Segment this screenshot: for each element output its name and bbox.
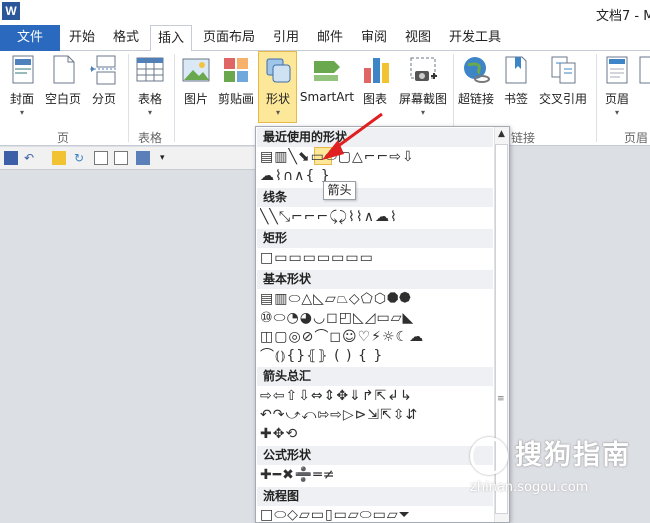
page-break-icon bbox=[88, 54, 120, 86]
clip-art-button[interactable]: 剪贴画 bbox=[216, 54, 256, 107]
dropdown-arrow-icon: ▾ bbox=[275, 108, 280, 117]
group-label-pages: 页 bbox=[56, 131, 69, 145]
tab-insert[interactable]: 插入 bbox=[150, 25, 192, 52]
chart-button[interactable]: 图表 bbox=[360, 54, 390, 107]
category-equation-shapes: 公式形状 bbox=[257, 446, 493, 465]
blank-page-icon[interactable] bbox=[114, 151, 128, 165]
save-icon[interactable] bbox=[4, 151, 18, 165]
watermark-url: zhinan.sogou.com bbox=[470, 480, 589, 495]
dropdown-arrow-icon: ▾ bbox=[147, 108, 152, 117]
word-app-icon[interactable]: W bbox=[2, 2, 20, 20]
shape-row[interactable]: ⑩⬭◔◕◡◻◰◺◿▭▱◣ bbox=[260, 309, 414, 327]
shape-row[interactable]: ▤▥⬭△◺▱⏢◇⬠⬡⯃⯄ bbox=[260, 290, 411, 308]
cross-reference-button[interactable]: 交叉引用 bbox=[535, 54, 591, 107]
smartart-icon bbox=[311, 54, 343, 86]
watermark-text: 搜狗指南 bbox=[515, 440, 631, 471]
watermark-logo-icon bbox=[470, 437, 508, 475]
screenshot-button[interactable]: 屏幕截图 ▾ bbox=[394, 54, 452, 117]
header-button[interactable]: 页眉 ▾ bbox=[600, 54, 634, 117]
bookmark-icon bbox=[500, 54, 532, 86]
chart-icon bbox=[360, 54, 392, 86]
group-label-links: 链接 bbox=[510, 131, 535, 145]
blank-page-button[interactable]: 空白页 bbox=[42, 54, 84, 107]
document-area bbox=[0, 170, 255, 523]
tab-review[interactable]: 审阅 bbox=[356, 25, 392, 51]
tab-developer[interactable]: 开发工具 bbox=[444, 25, 506, 51]
picture-icon bbox=[180, 54, 212, 86]
group-label-header-footer: 页眉 bbox=[623, 131, 648, 145]
category-basic-shapes: 基本形状 bbox=[257, 270, 493, 289]
customize-toolbar-icon[interactable]: ▾ bbox=[160, 151, 174, 165]
shapes-button[interactable]: 形状 ▾ bbox=[260, 54, 296, 117]
redo-icon[interactable]: ↻ bbox=[74, 151, 88, 165]
ribbon-group-divider bbox=[174, 54, 175, 142]
category-lines: 线条 bbox=[257, 188, 493, 207]
shape-row[interactable]: □⬭◇▱▭▯▭▱⬭▭▱⏷ bbox=[260, 506, 411, 523]
shape-row[interactable]: ╲╲⤡⌐⌐⌐⤹⤸⌇⌇∧☁⌇ bbox=[260, 208, 398, 226]
shapes-icon bbox=[262, 54, 294, 86]
picture-icon[interactable] bbox=[136, 151, 150, 165]
cross-reference-icon bbox=[547, 54, 579, 86]
ribbon-group-divider bbox=[128, 54, 129, 142]
tab-file[interactable]: 文件 bbox=[0, 25, 60, 51]
table-icon bbox=[134, 54, 166, 86]
footer-icon bbox=[638, 54, 650, 86]
tab-page-layout[interactable]: 页面布局 bbox=[198, 25, 260, 51]
tooltip: 箭头 bbox=[323, 181, 356, 200]
picture-button[interactable]: 图片 bbox=[180, 54, 212, 107]
title-bar bbox=[0, 0, 650, 25]
tab-mailings[interactable]: 邮件 bbox=[312, 25, 348, 51]
open-folder-icon[interactable] bbox=[52, 151, 66, 165]
globe-link-icon bbox=[460, 54, 492, 86]
shape-row[interactable]: ✚✥⟲ bbox=[260, 425, 298, 443]
scroll-up-icon[interactable]: ▲ bbox=[494, 127, 509, 142]
tab-view[interactable]: 视图 bbox=[400, 25, 436, 51]
hyperlink-button[interactable]: 超链接 bbox=[456, 54, 496, 107]
new-document-icon[interactable] bbox=[94, 151, 108, 165]
shape-row[interactable]: ↶↷⤻⤺⇰⇨▷⊳⇲⇱⇳⇵ bbox=[260, 406, 418, 424]
shape-row[interactable]: ◫▢◎⊘⌒◻☺♡⚡☼☾☁ bbox=[260, 328, 424, 346]
quick-access-toolbar: ↶ ↻ ▾ bbox=[0, 147, 255, 170]
window-title: 文档7 - M bbox=[596, 9, 650, 24]
shape-row[interactable]: ⌒⦅⦆{}⦃⦄ ( ) { } bbox=[260, 347, 383, 365]
clip-art-icon bbox=[220, 54, 252, 86]
dropdown-arrow-icon: ▾ bbox=[614, 108, 619, 117]
tab-references[interactable]: 引用 bbox=[268, 25, 304, 51]
ribbon-group-divider bbox=[596, 54, 597, 142]
category-flowchart: 流程图 bbox=[257, 487, 493, 506]
category-rectangles: 矩形 bbox=[257, 229, 493, 248]
footer-button[interactable] bbox=[638, 54, 650, 86]
group-label-tables: 表格 bbox=[137, 131, 162, 145]
scrollbar-grip-icon: ≡ bbox=[497, 394, 505, 404]
header-icon bbox=[601, 54, 633, 86]
dropdown-arrow-icon: ▾ bbox=[19, 108, 24, 117]
shape-row[interactable]: □▭▭▭▭▭▭▭ bbox=[260, 249, 374, 267]
smartart-button[interactable]: SmartArt bbox=[298, 54, 356, 104]
shape-row[interactable]: ⇨⇦⇧⇩⇔⇕✥⇓↱⇱↲↳ bbox=[260, 387, 413, 405]
undo-icon[interactable]: ↶ bbox=[24, 151, 38, 165]
page-break-button[interactable]: 分页 bbox=[88, 54, 120, 107]
blank-page-icon bbox=[47, 54, 79, 86]
tab-format[interactable]: 格式 bbox=[108, 25, 144, 51]
screenshot-icon bbox=[407, 54, 439, 86]
bookmark-button[interactable]: 书签 bbox=[500, 54, 532, 107]
tab-home[interactable]: 开始 bbox=[64, 25, 100, 51]
cover-page-icon bbox=[6, 54, 38, 86]
cover-page-button[interactable]: 封面 ▾ bbox=[4, 54, 40, 117]
dropdown-arrow-icon: ▾ bbox=[420, 108, 425, 117]
annotation-arrow-icon bbox=[322, 112, 383, 160]
shape-row[interactable]: ✚━✖➗═≠ bbox=[260, 466, 335, 484]
table-button[interactable]: 表格 ▾ bbox=[133, 54, 167, 117]
category-block-arrows: 箭头总汇 bbox=[257, 367, 493, 386]
